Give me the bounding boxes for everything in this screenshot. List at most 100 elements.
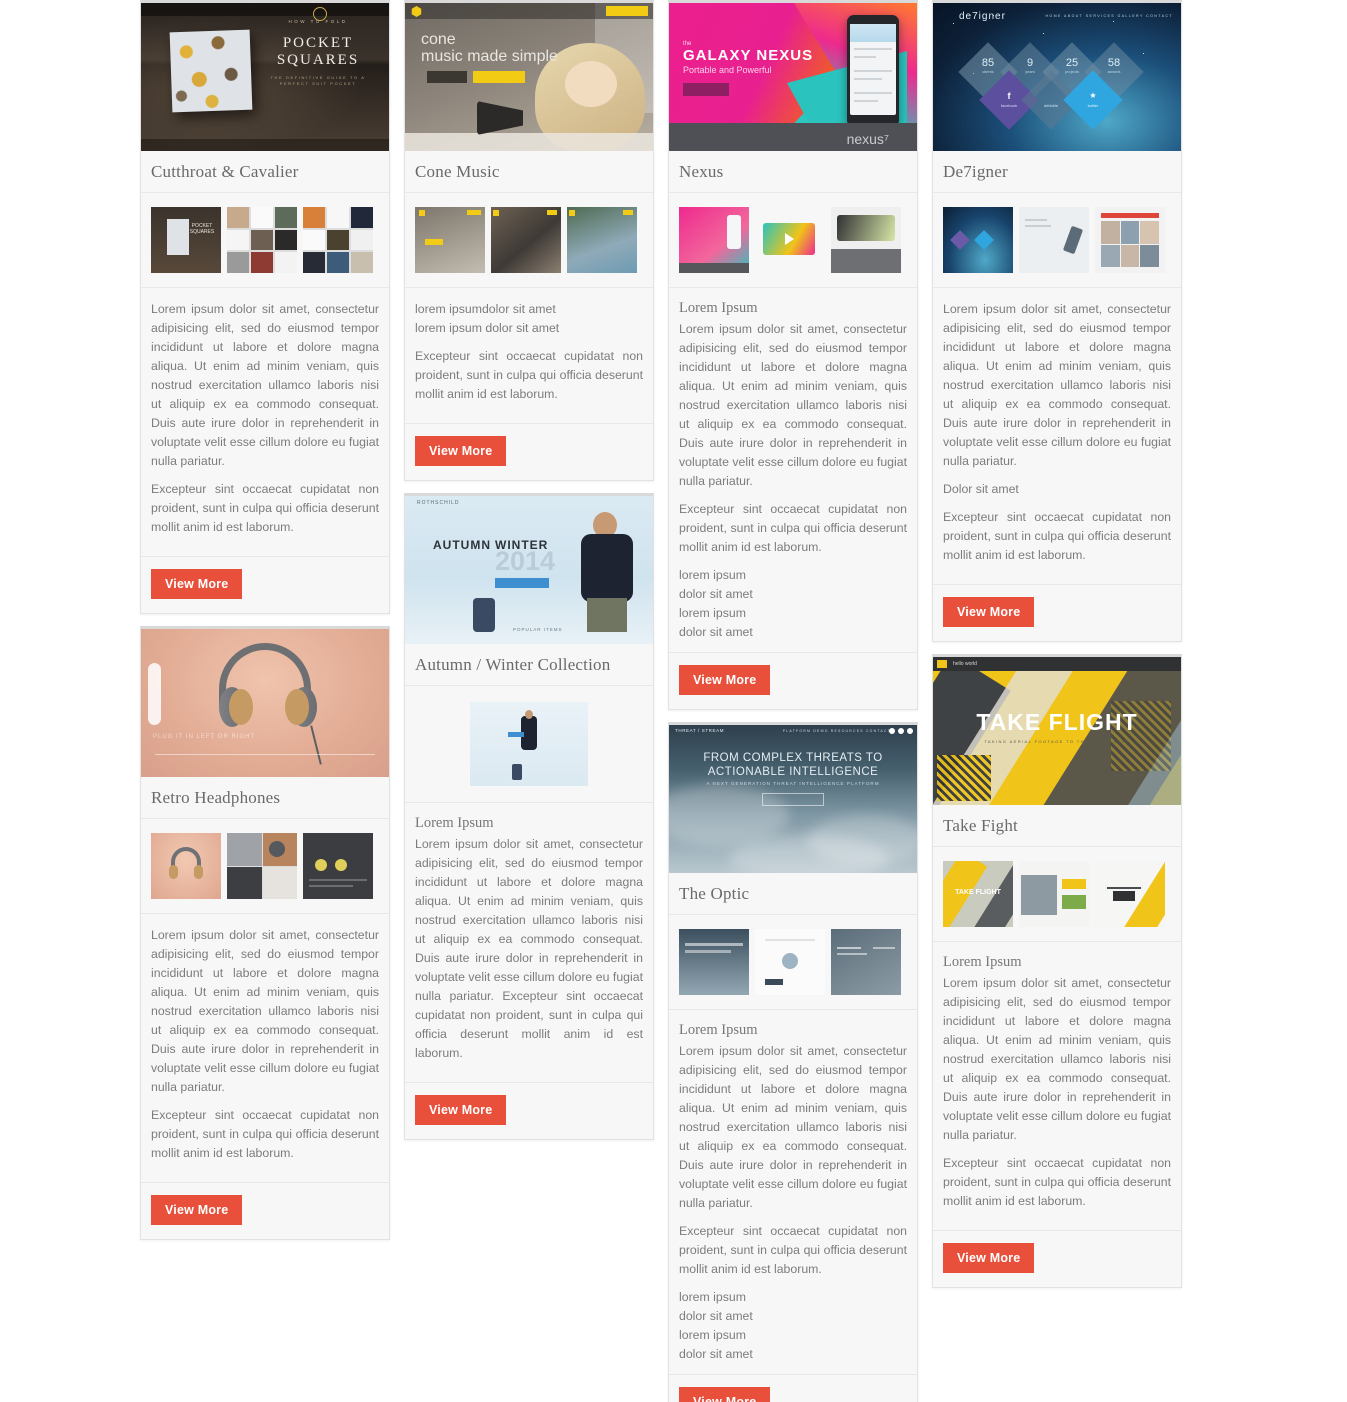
hero-headline-headphones: PLUG IT IN LEFT OR RIGHT (153, 734, 256, 740)
thumbnail-strip-take-fight: TAKE FLIGHT (933, 847, 1181, 942)
thumbnail-cone-pool[interactable] (567, 207, 637, 273)
card-title-retro-headphones: Retro Headphones (141, 777, 389, 819)
card-footer-cutthroat: View More (141, 556, 389, 613)
view-more-button-autumn[interactable]: View More (415, 1095, 507, 1125)
social-icon-2[interactable] (898, 728, 904, 734)
social-icon-1[interactable] (907, 728, 913, 734)
card-body-autumn: Lorem Ipsum Lorem ipsum dolor sit amet, … (405, 803, 653, 1082)
paragraph-body-merged: Lorem ipsum dolor sit amet, consectetur … (415, 837, 643, 1060)
thumbnail-takeflight-hero[interactable]: TAKE FLIGHT (943, 861, 1013, 927)
paragraph-lorem-ipsum-dolor: lorem ipsum dolor sit amet (415, 321, 560, 335)
thumbnail-headphones-hero[interactable] (151, 833, 221, 899)
social-label-2: twitter (1087, 103, 1099, 108)
hero-image-the-optic[interactable]: THREAT / STREAM PLATFORM DEMO RESOURCES … (669, 725, 917, 873)
hero-image-autumn-winter[interactable]: ROTHSCHILD AUTUMN WINTER 2014 POPULAR IT… (405, 496, 653, 644)
section-heading-optic: Lorem Ipsum (679, 1022, 758, 1038)
card-autumn-winter[interactable]: ROTHSCHILD AUTUMN WINTER 2014 POPULAR IT… (404, 493, 654, 1140)
stat-label-1: years (1025, 69, 1035, 74)
thumbnail-lookbook-grid-b[interactable] (303, 207, 373, 273)
thumbnail-de7igner-mobile-page[interactable] (1019, 207, 1089, 273)
extra-line-4: dolor sit amet (679, 625, 753, 639)
card-take-fight[interactable]: hello world TAKE FLIGHT TAKING AERIAL FO… (932, 654, 1182, 1288)
extra-line-3: lorem ipsum (679, 606, 746, 620)
hero-subline-cutthroat: THE DEFINITIVE GUIDE TO A PERFECT SUIT P… (270, 75, 366, 86)
card-body-cone: lorem ipsumdolor sit amet lorem ipsum do… (405, 288, 653, 423)
card-footer-cone: View More (405, 423, 653, 480)
hero-headline-cone-1: cone (421, 31, 456, 48)
card-cone-music[interactable]: cone music made simple Cone Music lorem … (404, 0, 654, 481)
hero-popular-items: POPULAR ITEMS (513, 627, 563, 632)
hero-image-nexus[interactable]: the GALAXY NEXUS Portable and Powerful n… (669, 3, 917, 151)
stat-value-0: 85 (981, 57, 995, 69)
hero-image-take-fight[interactable]: hello world TAKE FLIGHT TAKING AERIAL FO… (933, 657, 1181, 805)
hero-year-autumn: 2014 (495, 546, 556, 576)
card-footer-take-fight: View More (933, 1230, 1181, 1287)
stat-label-2: projects (1064, 69, 1079, 74)
grid-column-3: the GALAXY NEXUS Portable and Powerful n… (668, 0, 918, 1402)
card-title-cutthroat-cavalier: Cutthroat & Cavalier (141, 151, 389, 193)
card-title-de7igner: De7igner (933, 151, 1181, 193)
card-title-take-fight: Take Fight (933, 805, 1181, 847)
card-nexus[interactable]: the GALAXY NEXUS Portable and Powerful n… (668, 0, 918, 710)
view-more-button-optic[interactable]: View More (679, 1387, 771, 1402)
paragraph-dolor-sit-amet: Dolor sit amet (943, 482, 1019, 496)
view-more-button-de7igner[interactable]: View More (943, 597, 1035, 627)
paragraph-body-long: Lorem ipsum dolor sit amet, consectetur … (943, 976, 1171, 1142)
thumbnail-optic-hero-dark[interactable] (679, 929, 749, 995)
card-the-optic[interactable]: THREAT / STREAM PLATFORM DEMO RESOURCES … (668, 722, 918, 1402)
card-cutthroat-cavalier[interactable]: HOW TO FOLD POCKET SQUARES THE DEFINITIV… (140, 0, 390, 614)
paragraph-excepteur: Excepteur sint occaecat cupidatat non pr… (943, 1156, 1171, 1208)
thumbnail-de7igner-hero-diamonds[interactable] (943, 207, 1013, 273)
thumbnail-optic-white-page[interactable] (755, 929, 825, 995)
hero-headline-optic-1: FROM COMPLEX THREATS TO (703, 752, 883, 764)
social-label-1: dribbble (1043, 103, 1059, 108)
card-title-nexus: Nexus (669, 151, 917, 193)
twitter-icon[interactable]: ★ (1078, 91, 1108, 100)
thumbnail-nexus-play-tablet[interactable] (755, 207, 825, 273)
thumbnail-strip-cutthroat: POCKET SQUARES (141, 193, 389, 288)
thumbnail-strip-headphones (141, 819, 389, 914)
thumbnail-headphones-specs-dark[interactable] (303, 833, 373, 899)
hero-image-cone-music[interactable]: cone music made simple (405, 3, 653, 151)
card-de7igner[interactable]: de7igner HOME ABOUT SERVICES GALLERY CON… (932, 0, 1182, 642)
view-more-button-cutthroat[interactable]: View More (151, 569, 243, 599)
thumbnail-optic-dashboard[interactable] (831, 929, 901, 995)
card-footer-autumn: View More (405, 1082, 653, 1139)
extra-line-1: lorem ipsum (679, 1290, 746, 1304)
section-heading-take-fight: Lorem Ipsum (943, 954, 1022, 970)
card-retro-headphones[interactable]: PLUG IT IN LEFT OR RIGHT Retro Headphone… (140, 626, 390, 1240)
thumbnail-nexus-pink-phone[interactable] (679, 207, 749, 273)
thumbnail-de7igner-gallery[interactable] (1095, 207, 1165, 273)
thumbnail-takeflight-bikes[interactable] (1019, 861, 1089, 927)
hero-image-de7igner[interactable]: de7igner HOME ABOUT SERVICES GALLERY CON… (933, 3, 1181, 151)
stat-label-0: clients (982, 69, 994, 74)
thumbnail-pocket-squares-hero[interactable]: POCKET SQUARES (151, 207, 221, 273)
thumbnail-strip-optic (669, 915, 917, 1010)
thumbnail-headphones-detail-grid[interactable] (227, 833, 297, 899)
thumbnail-cone-hero[interactable] (415, 207, 485, 273)
thumbnail-lookbook-grid-a[interactable] (227, 207, 297, 273)
extra-line-3: lorem ipsum (679, 1328, 746, 1342)
hero-image-cutthroat-cavalier[interactable]: HOW TO FOLD POCKET SQUARES THE DEFINITIV… (141, 3, 389, 151)
view-more-button-take-fight[interactable]: View More (943, 1243, 1035, 1273)
portfolio-grid-page: HOW TO FOLD POCKET SQUARES THE DEFINITIV… (0, 0, 1347, 1402)
thumbnail-autumn-winter-full-page[interactable] (470, 702, 588, 786)
grid-column-2: cone music made simple Cone Music lorem … (404, 0, 654, 1140)
paragraph-body-long: Lorem ipsum dolor sit amet, consectetur … (943, 302, 1171, 468)
hero-image-retro-headphones[interactable]: PLUG IT IN LEFT OR RIGHT (141, 629, 389, 777)
social-icon-3[interactable] (889, 728, 895, 734)
view-more-button-nexus[interactable]: View More (679, 665, 771, 695)
card-body-nexus: Lorem Ipsum Lorem ipsum dolor sit amet, … (669, 288, 917, 652)
paragraph-excepteur: Excepteur sint occaecat cupidatat non pr… (151, 482, 379, 534)
hero-menu-de7igner: HOME ABOUT SERVICES GALLERY CONTACT (1045, 14, 1173, 18)
paragraph-body-long: Lorem ipsum dolor sit amet, consectetur … (679, 1044, 907, 1210)
view-more-button-headphones[interactable]: View More (151, 1195, 243, 1225)
thumbnail-cone-lifestyle[interactable] (491, 207, 561, 273)
thumbnail-strip-cone (405, 193, 653, 288)
view-more-button-cone[interactable]: View More (415, 436, 507, 466)
section-heading-autumn: Lorem Ipsum (415, 815, 494, 831)
thumbnail-nexus-grey-tablet[interactable] (831, 207, 901, 273)
facebook-icon[interactable]: f (994, 91, 1024, 101)
stat-label-3: awards (1107, 69, 1121, 74)
thumbnail-takeflight-drone[interactable] (1095, 861, 1165, 927)
